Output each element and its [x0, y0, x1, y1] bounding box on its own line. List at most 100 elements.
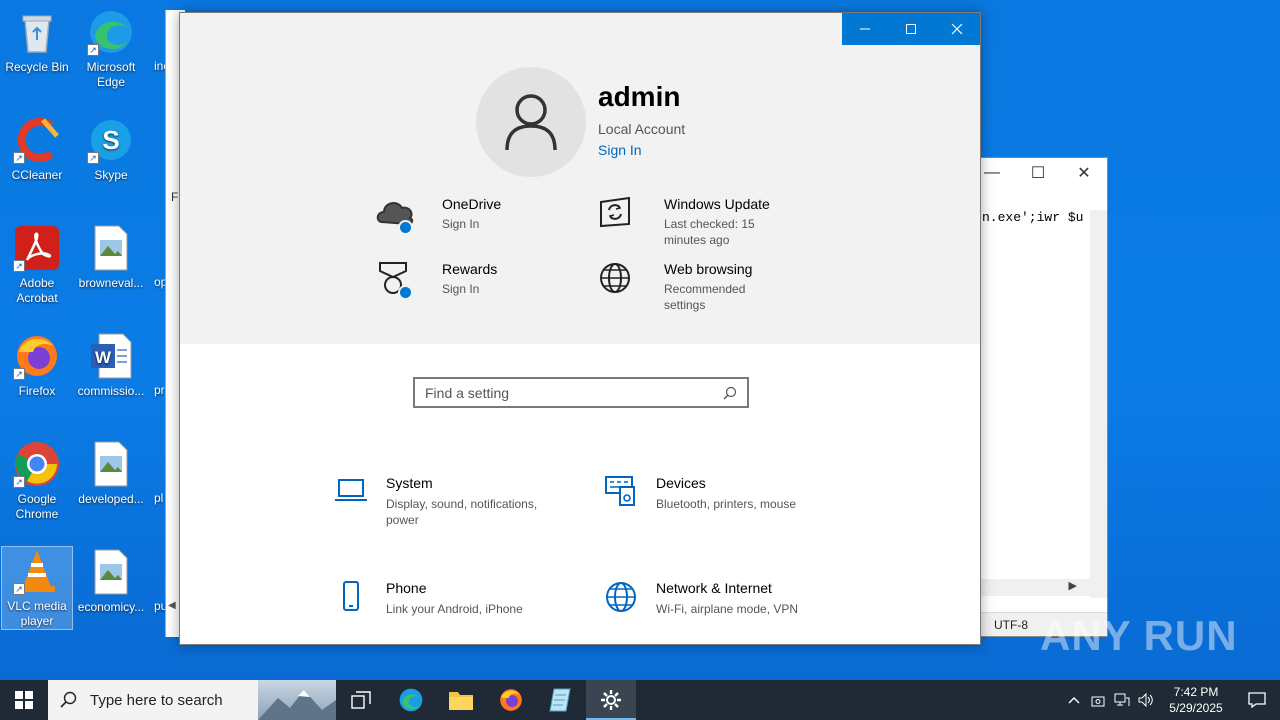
shortcut-arrow-icon: ↗ — [13, 260, 25, 272]
notepad-titlebar[interactable]: — ☐ ✕ — [966, 158, 1107, 188]
task-view-button[interactable] — [336, 680, 386, 720]
start-button[interactable] — [0, 680, 48, 720]
quick-link-title: OneDrive — [442, 196, 502, 212]
maximize-icon[interactable]: ☐ — [1015, 158, 1061, 188]
search-icon[interactable] — [723, 386, 737, 400]
category-subtitle: Display, sound, notifications, power — [386, 497, 538, 527]
horizontal-scrollbar[interactable]: ▶ — [966, 579, 1091, 596]
category-title: Devices — [656, 475, 706, 491]
taskbar-clock[interactable]: 7:42 PM 5/29/2025 — [1158, 684, 1234, 716]
desktop-icon-image-file[interactable]: economicy... — [75, 548, 147, 615]
shortcut-arrow-icon: ↗ — [13, 152, 25, 164]
settings-window[interactable]: admin Local Account Sign In OneDrive Sig… — [179, 12, 981, 645]
taskbar-file-explorer[interactable] — [436, 680, 486, 720]
quick-link-subtitle: Recommended settings — [664, 282, 746, 312]
close-icon[interactable]: ✕ — [1061, 158, 1107, 188]
onedrive-icon — [376, 196, 424, 244]
user-name: admin — [598, 81, 681, 112]
close-icon — [951, 23, 963, 35]
close-button[interactable] — [934, 13, 980, 45]
desktop-icon-label-cut[interactable]: pr — [154, 383, 165, 397]
category-phone[interactable]: Phone Link your Android, iPhone — [334, 580, 523, 617]
devices-icon — [604, 475, 638, 509]
shortcut-arrow-icon: ↗ — [13, 368, 25, 380]
recycle-bin-icon — [13, 8, 61, 56]
category-network[interactable]: Network & Internet Wi-Fi, airplane mode,… — [604, 580, 798, 617]
quick-link-subtitle: Sign In — [442, 217, 480, 231]
desktop-icon-image-file[interactable]: browneval... — [75, 224, 147, 291]
ccleaner-icon: ↗ — [13, 116, 61, 164]
vertical-scrollbar[interactable] — [1090, 210, 1107, 598]
status-badge — [398, 220, 413, 235]
desktop-icon-vlc[interactable]: ↗ VLC media player — [1, 546, 73, 630]
quick-link-windows-update[interactable]: Windows Update Last checked: 15 minutes … — [598, 196, 774, 248]
avatar[interactable] — [476, 67, 586, 177]
taskbar-settings[interactable] — [586, 680, 636, 720]
taskbar-firefox[interactable] — [486, 680, 536, 720]
category-title: Network & Internet — [656, 580, 772, 596]
category-devices[interactable]: Devices Bluetooth, printers, mouse — [604, 475, 796, 512]
quick-link-subtitle: Sign In — [442, 282, 480, 296]
security-icon[interactable] — [1086, 693, 1110, 707]
network-icon[interactable] — [1110, 693, 1134, 707]
shortcut-arrow-icon: ↗ — [87, 44, 99, 56]
taskbar-notepad[interactable] — [536, 680, 586, 720]
svg-text:S: S — [102, 125, 119, 155]
windows-update-icon — [598, 196, 646, 244]
sign-in-link[interactable]: Sign In — [598, 142, 642, 158]
desktop-icon-edge[interactable]: ↗ Microsoft Edge — [75, 8, 147, 90]
desktop-icon-image-file[interactable]: developed... — [75, 440, 147, 507]
desktop-icon-skype[interactable]: S ↗ Skype — [75, 116, 147, 183]
notepad-window[interactable]: — ☐ ✕ n.exe';iwr $u ▶ UTF-8 — [965, 157, 1108, 637]
desktop-icon-google-chrome[interactable]: ↗ Google Chrome — [1, 440, 73, 522]
scroll-left-arrow-icon[interactable]: ◀ — [168, 600, 176, 611]
globe-icon — [598, 261, 646, 309]
desktop-icon-firefox[interactable]: ↗ Firefox — [1, 332, 73, 399]
desktop-icon-adobe-acrobat[interactable]: ↗ Adobe Acrobat — [1, 224, 73, 306]
search-highlight-image — [258, 680, 336, 720]
quick-link-web-browsing[interactable]: Web browsing Recommended settings — [598, 261, 764, 313]
notepad-text[interactable]: n.exe';iwr $u — [982, 210, 1083, 225]
volume-icon[interactable] — [1134, 693, 1158, 707]
status-badge — [398, 285, 413, 300]
firefox-icon — [500, 689, 522, 711]
minimize-icon — [860, 28, 870, 30]
scroll-right-arrow-icon[interactable]: ▶ — [1069, 579, 1077, 592]
category-system[interactable]: System Display, sound, notifications, po… — [334, 475, 556, 528]
taskbar-search-placeholder: Type here to search — [90, 691, 223, 709]
account-type: Local Account — [598, 121, 686, 137]
desktop-icon-word-document[interactable]: W commissio... — [75, 332, 147, 399]
desktop-icon-ccleaner[interactable]: ↗ CCleaner — [1, 116, 73, 183]
chrome-icon: ↗ — [13, 440, 61, 488]
desktop-icon-label: browneval... — [78, 276, 144, 290]
clock-time: 7:42 PM — [1173, 685, 1219, 699]
desktop-icon-label: Google Chrome — [15, 492, 59, 521]
quick-link-subtitle: Last checked: 15 minutes ago — [664, 217, 755, 247]
quick-link-onedrive[interactable]: OneDrive Sign In — [376, 196, 501, 244]
desktop-icon-label: Adobe Acrobat — [16, 276, 58, 305]
taskbar-edge[interactable] — [386, 680, 436, 720]
category-title: System — [386, 475, 433, 491]
find-setting-search[interactable] — [413, 377, 749, 408]
account-header: admin Local Account Sign In OneDrive Sig… — [180, 13, 980, 344]
task-view-icon — [351, 691, 371, 709]
desktop-icon-label-cut[interactable]: pl — [154, 491, 163, 505]
desktop-icon-recycle-bin[interactable]: Recycle Bin — [1, 8, 73, 75]
svg-text:W: W — [95, 348, 112, 367]
show-hidden-icons-chevron-icon[interactable] — [1062, 696, 1086, 704]
minimize-button[interactable] — [842, 13, 888, 45]
network-globe-icon — [604, 580, 638, 614]
taskbar-search[interactable]: Type here to search — [48, 680, 336, 720]
desktop-icon-label: commissio... — [77, 384, 145, 398]
edge-icon: ↗ — [87, 8, 135, 56]
acrobat-icon: ↗ — [13, 224, 61, 272]
search-input[interactable] — [425, 384, 723, 401]
image-file-icon — [87, 548, 135, 596]
notification-icon — [1248, 692, 1266, 708]
action-center-button[interactable] — [1234, 692, 1280, 708]
quick-link-title: Rewards — [442, 261, 498, 277]
quick-link-title: Windows Update — [664, 196, 770, 212]
maximize-button[interactable] — [888, 13, 934, 45]
laptop-icon — [334, 475, 368, 509]
quick-link-rewards[interactable]: Rewards Sign In — [376, 261, 497, 309]
